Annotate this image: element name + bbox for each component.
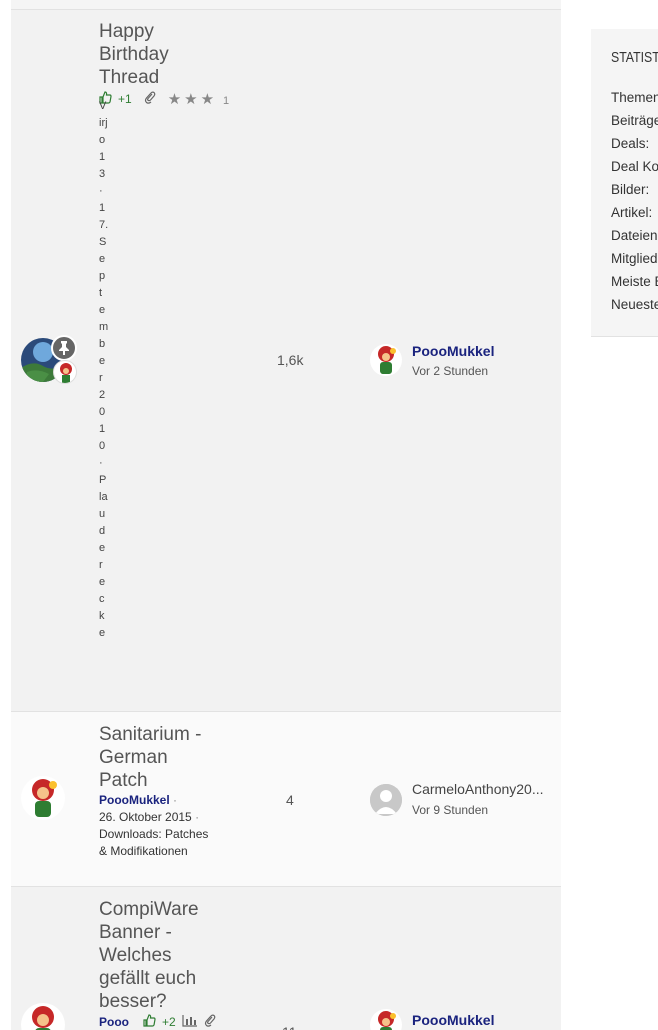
last-post-time[interactable]: Vor 2 Stunden — [412, 364, 488, 378]
stat-beitraege: Beiträge: — [611, 113, 658, 128]
stat-themen: Themen: — [611, 90, 658, 105]
thread-row-2[interactable]: Sanitarium - German Patch PoooMukkel · 2… — [11, 711, 561, 886]
star-icon: ★ — [200, 91, 218, 108]
thread-author[interactable]: PoooMukkel — [99, 793, 170, 807]
stat-artikel: Artikel: — [611, 205, 653, 220]
reply-count: 4 — [286, 792, 294, 808]
list-top-border — [11, 0, 561, 10]
thread-badges: +1 ★★★ 1 — [99, 90, 229, 108]
thread-meta: Virjo13 · 17. September 2010 · Plauderec… — [99, 100, 109, 639]
meta-separator: · — [173, 793, 178, 807]
thumbs-up-icon — [143, 1014, 156, 1030]
last-poster-avatar[interactable] — [370, 1009, 402, 1030]
thread-row-3[interactable]: CompiWare Banner - Welches gefällt euch … — [11, 886, 561, 1030]
stat-meiste-benutzer: Meiste Benutzer: — [611, 274, 658, 289]
thread-category[interactable]: Downloads: Patches & Modifikationen — [99, 827, 208, 858]
last-poster-name[interactable]: PoooMukkel — [412, 343, 494, 359]
thread-starter-avatar-small — [53, 360, 77, 384]
reply-count: 1,6k — [277, 352, 304, 368]
star-icon: ★ — [184, 91, 201, 108]
pin-icon — [51, 335, 77, 361]
paperclip-icon — [204, 1014, 216, 1030]
last-poster-name[interactable]: PoooMukkel — [412, 1012, 494, 1028]
stat-deal-kommentare: Deal Kommentare: — [611, 159, 658, 174]
thread-starter-avatar[interactable] — [21, 776, 65, 820]
statistics-title: STATISTIK — [611, 49, 658, 66]
stat-dateien: Dateien: — [611, 228, 658, 243]
stat-deals: Deals: — [611, 136, 650, 151]
poll-icon — [182, 1014, 198, 1030]
thread-title[interactable]: CompiWare Banner - Welches gefällt euch … — [99, 898, 209, 1013]
last-poster-avatar[interactable] — [370, 784, 402, 816]
stat-mitglieder: Mitglieder: — [611, 251, 658, 266]
paperclip-icon — [144, 91, 156, 107]
thread-meta: PoooMukkel · 26. Oktober 2015 · Download… — [99, 792, 209, 860]
last-poster-name[interactable]: CarmeloAnthony20... — [412, 781, 544, 797]
statistics-panel: STATISTIK Themen: Beiträge: Deals: Deal … — [591, 29, 658, 337]
rating-stars: ★★★ — [168, 90, 217, 108]
star-icon: ★ — [167, 91, 185, 108]
meta-separator: · — [195, 810, 200, 824]
reply-count: 11 — [282, 1024, 342, 1030]
stat-bilder: Bilder: — [611, 182, 650, 197]
stat-neuestes-mitglied: Neuestes Mitglied: — [611, 297, 658, 312]
thread-badges: Pooo +2 — [99, 1014, 216, 1030]
last-poster-avatar[interactable] — [370, 344, 402, 376]
thread-title[interactable]: Sanitarium - German Patch — [99, 723, 209, 792]
thread-author[interactable]: Pooo — [99, 1015, 129, 1029]
thread-title[interactable]: Happy Birthday Thread — [99, 20, 209, 89]
last-post-time[interactable]: Vor 9 Stunden — [412, 803, 488, 817]
like-count: +2 — [162, 1015, 176, 1029]
thread-date: 26. Oktober 2015 — [99, 810, 192, 824]
thread-starter-avatar[interactable] — [21, 1003, 65, 1030]
thread-row-1[interactable]: Happy Birthday Thread +1 ★★★ 1 Virjo13 ·… — [11, 10, 561, 711]
like-count: +1 — [118, 92, 132, 106]
rating-count: 1 — [223, 94, 230, 107]
